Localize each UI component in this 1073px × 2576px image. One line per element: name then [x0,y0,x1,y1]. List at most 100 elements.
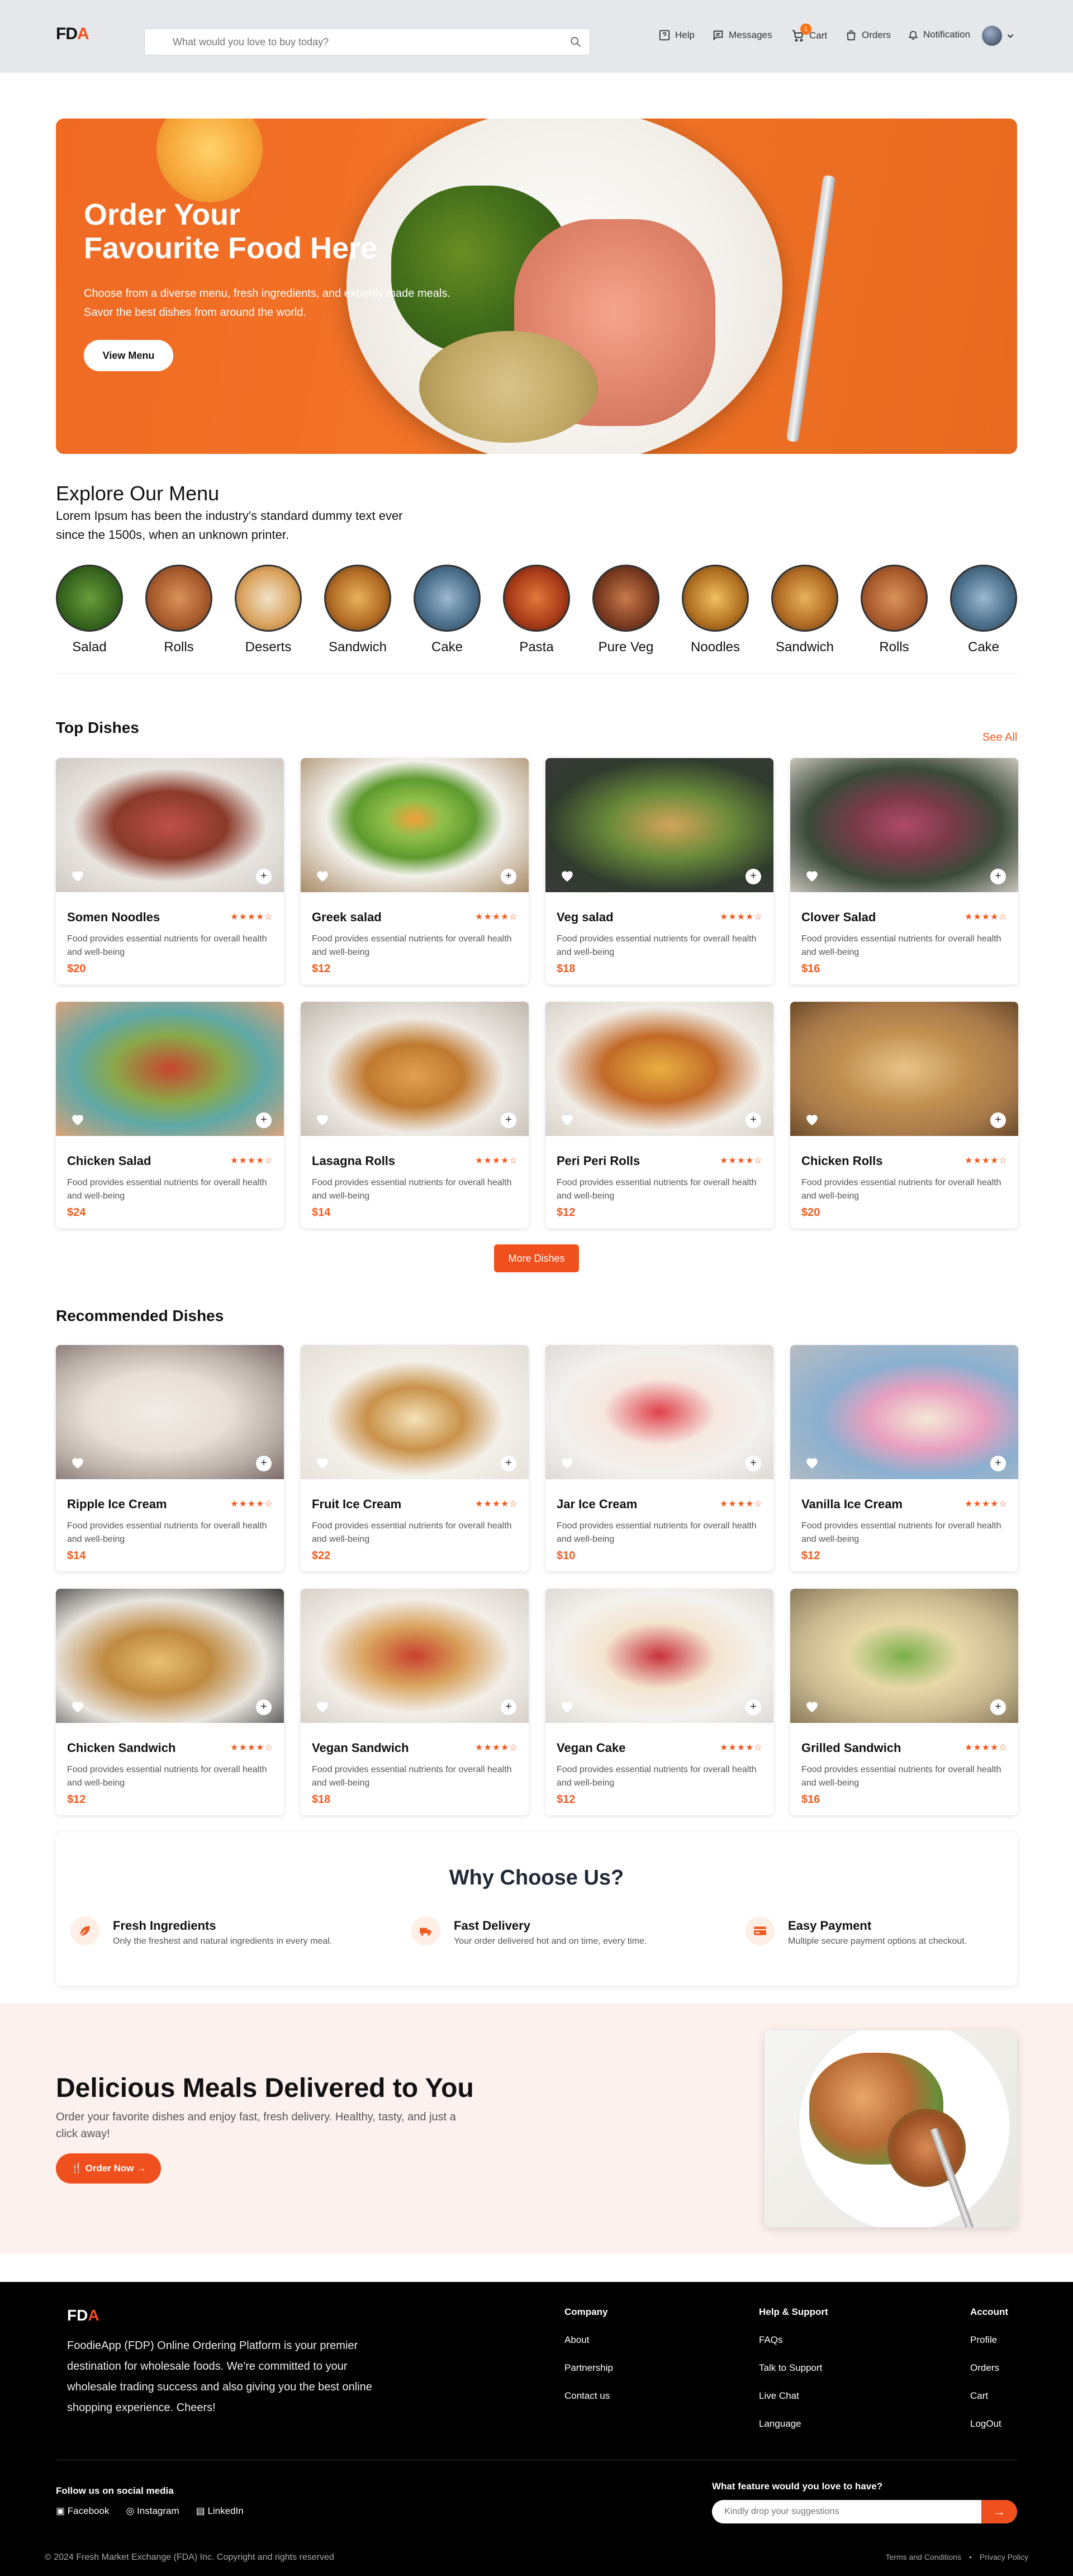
footer-link-faqs[interactable]: FAQs [759,2334,828,2346]
add-icon[interactable]: + [501,869,516,884]
social-facebook[interactable]: ▣ Facebook [56,2506,109,2517]
logo-text: FD [56,25,78,43]
add-icon[interactable]: + [256,1112,272,1128]
feature-desc: Multiple secure payment options at check… [788,1936,967,1946]
search-input[interactable] [145,29,558,55]
add-icon[interactable]: + [746,1456,761,1471]
category-item[interactable]: Cake [950,565,1017,655]
heart-icon[interactable] [315,1456,330,1472]
heart-icon[interactable] [560,1112,575,1129]
heart-icon[interactable] [70,1112,85,1129]
order-now-button[interactable]: 🍴 Order Now → [56,2153,161,2184]
dish-card[interactable]: + Chicken Sandwich ★★★★☆ Food provides esse… [56,1589,284,1815]
nav-orders[interactable]: Orders [845,29,891,41]
add-icon[interactable]: + [256,869,272,884]
add-icon[interactable]: + [990,1456,1006,1471]
dish-card[interactable]: + Vegan Sandwich ★★★★☆ Food provides essent… [301,1589,529,1815]
dish-name: Clover Salad [801,910,876,924]
footer-link-logout[interactable]: LogOut [970,2418,1008,2430]
avatar[interactable] [982,26,1002,46]
view-menu-button[interactable]: View Menu [84,340,173,371]
logo[interactable]: FDA [56,25,89,44]
heart-icon[interactable] [805,1699,819,1716]
dish-card[interactable]: + Veg salad ★★★★☆ Food provides essential n… [545,758,773,984]
add-icon[interactable]: + [501,1456,516,1471]
dish-card[interactable]: + Lasagna Rolls ★★★★☆ Food provides essenti… [301,1002,529,1228]
heart-icon[interactable] [70,1456,85,1472]
footer-link-cart[interactable]: Cart [970,2390,1008,2402]
dish-desc: Food provides essential nutrients for ov… [801,1178,1001,1201]
dish-card[interactable]: + Vanilla Ice Cream ★★★★☆ Food provides ess… [790,1345,1018,1571]
add-icon[interactable]: + [501,1112,516,1128]
search-icon[interactable] [569,36,582,51]
add-icon[interactable]: + [990,869,1006,884]
dish-card[interactable]: + Greek salad ★★★★☆ Food provides essential… [301,758,529,984]
category-item[interactable]: Noodles [682,565,749,655]
dish-card[interactable]: + Grilled Sandwich ★★★★☆ Food provides esse… [790,1589,1018,1815]
category-item[interactable]: Rolls [861,565,928,655]
heart-icon[interactable] [70,869,85,885]
heart-icon[interactable] [70,1699,85,1716]
heart-icon[interactable] [560,1456,575,1472]
add-icon[interactable]: + [746,1112,761,1128]
submit-arrow-icon[interactable]: → [981,2500,1017,2523]
heart-icon[interactable] [805,1112,819,1129]
heart-icon[interactable] [805,1456,819,1472]
add-icon[interactable]: + [990,1699,1006,1715]
add-icon[interactable]: + [501,1699,516,1715]
category-item[interactable]: Pasta [503,565,570,655]
dish-card[interactable]: + Fruit Ice Cream ★★★★☆ Food provides essen… [301,1345,529,1571]
category-item[interactable]: Rolls [145,565,212,655]
terms-link[interactable]: Terms and Conditions [886,2553,961,2561]
category-item[interactable]: Sandwich [324,565,391,655]
add-icon[interactable]: + [746,869,761,884]
dish-name: Veg salad [557,910,614,924]
category-item[interactable]: Deserts [235,565,302,655]
rating-stars: ★★★★☆ [965,1499,1008,1509]
privacy-link[interactable]: Privacy Policy [980,2553,1028,2561]
footer-heading: Help & Support [759,2307,828,2317]
category-item[interactable]: Salad [56,565,123,655]
heart-icon[interactable] [315,1112,330,1129]
dish-card[interactable]: + Peri Peri Rolls ★★★★☆ Food provides essen… [545,1002,773,1228]
add-icon[interactable]: + [256,1456,272,1471]
footer-link-support[interactable]: Talk to Support [759,2362,828,2374]
heart-icon[interactable] [560,1699,575,1716]
dish-card[interactable]: + Ripple Ice Cream ★★★★☆ Food provides esse… [56,1345,284,1571]
heart-icon[interactable] [560,869,575,885]
social-linkedin[interactable]: ▤ LinkedIn [196,2506,244,2517]
more-dishes-button[interactable]: More Dishes [494,1244,579,1272]
nav-messages[interactable]: Messages [712,29,772,41]
footer-link-about[interactable]: About [564,2334,613,2346]
heart-icon[interactable] [805,869,819,885]
footer-link-language[interactable]: Language [759,2418,828,2430]
add-icon[interactable]: + [990,1112,1006,1128]
social-instagram[interactable]: ◎ Instagram [126,2506,179,2517]
suggestion-box: → [712,2500,1017,2523]
dish-card[interactable]: + Chicken Salad ★★★★☆ Food provides essenti… [56,1002,284,1228]
nav-help[interactable]: Help [658,29,695,41]
dish-card[interactable]: + Somen Noodles ★★★★☆ Food provides essenti… [56,758,284,984]
footer-link-profile[interactable]: Profile [970,2334,1008,2346]
nav-notification[interactable]: Notification [908,29,970,40]
footer-link-live-chat[interactable]: Live Chat [759,2390,828,2402]
category-item[interactable]: Cake [414,565,481,655]
footer-link-contact[interactable]: Contact us [564,2390,613,2402]
category-item[interactable]: Sandwich [771,565,838,655]
footer-link-partnership[interactable]: Partnership [564,2362,613,2374]
dish-card[interactable]: + Vegan Cake ★★★★☆ Food provides essential … [545,1589,773,1815]
heart-icon[interactable] [315,869,330,885]
suggestion-input[interactable] [712,2500,986,2523]
footer-link-orders[interactable]: Orders [970,2362,1008,2374]
dish-card[interactable]: + Chicken Rolls ★★★★☆ Food provides essenti… [790,1002,1018,1228]
dish-card[interactable]: + Jar Ice Cream ★★★★☆ Food provides essenti… [545,1345,773,1571]
add-icon[interactable]: + [256,1699,272,1715]
heart-icon[interactable] [315,1699,330,1716]
add-icon[interactable]: + [746,1699,761,1715]
footer-logo[interactable]: FDA [67,2307,99,2324]
chevron-down-icon[interactable] [1006,31,1015,43]
category-item[interactable]: Pure Veg [592,565,659,655]
dish-name: Greek salad [312,910,382,924]
see-all-link[interactable]: See All [982,731,1017,744]
dish-card[interactable]: + Clover Salad ★★★★☆ Food provides essentia… [790,758,1018,984]
